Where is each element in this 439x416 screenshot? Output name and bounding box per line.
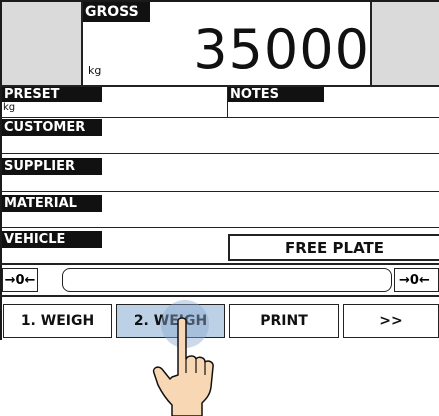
- weight-unit: kg: [88, 64, 102, 77]
- material-label: MATERIAL: [2, 195, 102, 212]
- weight-display: 35000: [193, 18, 370, 81]
- supplier-label: SUPPLIER: [2, 158, 102, 175]
- preset-field[interactable]: [2, 87, 228, 117]
- weigh-1-button[interactable]: 1. WEIGH: [3, 304, 112, 338]
- print-button[interactable]: PRINT: [229, 304, 339, 338]
- notes-field[interactable]: [228, 87, 439, 117]
- free-plate-button[interactable]: FREE PLATE: [228, 234, 439, 261]
- more-button[interactable]: >>: [343, 304, 439, 338]
- zero-indicator-bar: [62, 268, 392, 292]
- left-status-box: [2, 2, 81, 85]
- customer-label: CUSTOMER: [2, 119, 102, 136]
- divider: [0, 295, 439, 297]
- vehicle-label: VEHICLE: [2, 231, 102, 248]
- gross-label: GROSS: [83, 2, 150, 22]
- divider: [0, 263, 439, 265]
- right-status-box: [372, 2, 439, 85]
- pointing-hand-icon: [152, 317, 214, 416]
- zero-left-button[interactable]: →0←: [2, 268, 38, 292]
- zero-right-button[interactable]: →0←: [394, 268, 439, 292]
